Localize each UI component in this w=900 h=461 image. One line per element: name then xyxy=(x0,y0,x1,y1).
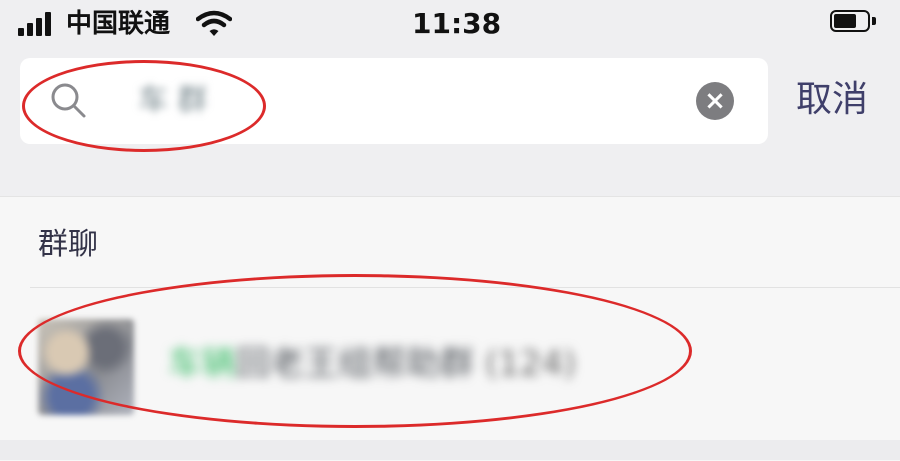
carrier-name: 中国联通 xyxy=(66,9,171,39)
signal-bars-icon xyxy=(18,10,58,36)
search-query-text[interactable]: 车 群 xyxy=(138,76,208,126)
group-member-count: (124) xyxy=(484,344,577,384)
group-chat-name: 车辆回老王组帮助群 (124) xyxy=(168,339,576,389)
search-results: 群聊 车辆回老王组帮助群 (124) xyxy=(0,196,900,461)
close-circle-icon[interactable]: × xyxy=(696,82,734,120)
group-avatar xyxy=(38,319,134,415)
clock-time: 11:38 xyxy=(412,7,502,40)
group-name-match-highlight: 车辆 xyxy=(168,344,236,384)
group-name-rest: 回老王组帮助群 xyxy=(236,344,474,384)
status-bar: 中国联通 11:38 xyxy=(0,0,900,48)
cancel-button[interactable]: 取消 xyxy=(796,72,868,128)
battery-icon xyxy=(830,10,878,34)
search-input[interactable]: 车 群 xyxy=(20,58,768,144)
divider xyxy=(30,287,900,288)
section-header-group-chats: 群聊 xyxy=(38,227,98,262)
bottom-divider-band xyxy=(0,440,900,460)
wifi-icon xyxy=(196,10,232,36)
search-icon xyxy=(51,83,86,118)
group-chat-result-item[interactable]: 车辆回老王组帮助群 (124) xyxy=(0,289,900,439)
